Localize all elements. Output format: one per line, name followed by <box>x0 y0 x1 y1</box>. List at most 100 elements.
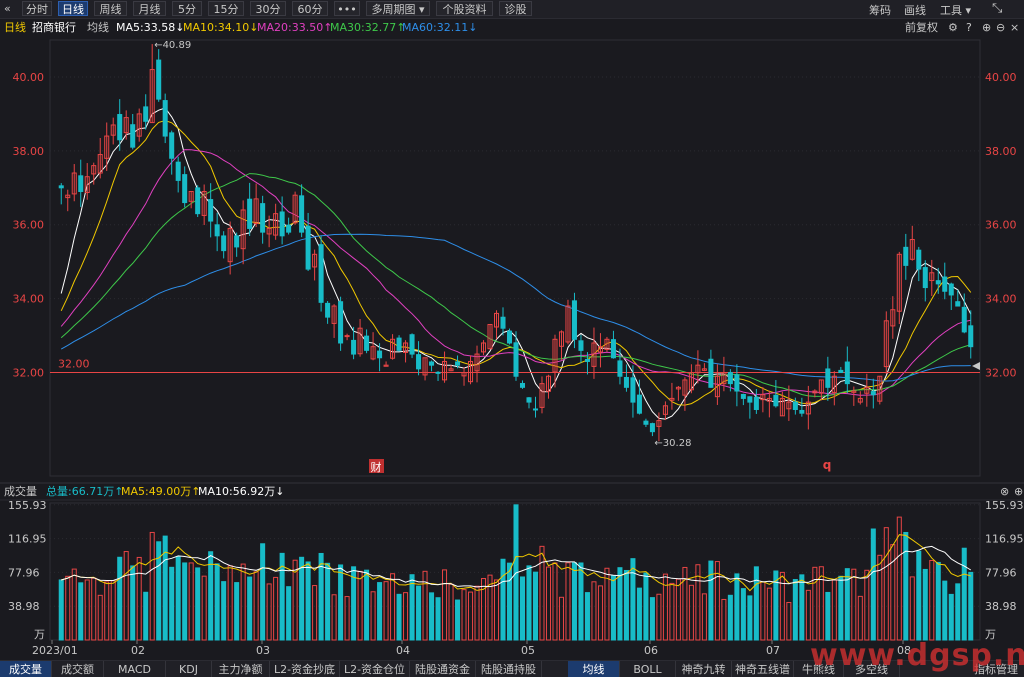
double-chevron-left-icon[interactable]: « <box>4 2 11 15</box>
tab-fenshi[interactable]: 分时 <box>22 1 52 16</box>
volume-bar <box>325 562 331 641</box>
candle-body <box>584 358 590 362</box>
tab-boll[interactable]: BOLL <box>620 661 676 677</box>
draw-line-button[interactable]: 画线 <box>904 2 926 18</box>
tab-northbound-funds[interactable]: 陆股通资金 <box>410 661 476 677</box>
chart-canvas[interactable]: 40.00 40.00 38.00 38.00 36.00 36.00 34.00 34.00… <box>0 0 1024 677</box>
candle-body <box>955 301 961 307</box>
x-axis-tick-label: 05 <box>521 644 535 657</box>
tab-l2-bottom[interactable]: L2-资金抄底 <box>270 661 340 677</box>
candle-body <box>162 100 168 137</box>
volume-bar <box>377 582 383 641</box>
volume-bar <box>961 547 967 641</box>
help-icon[interactable]: ? <box>966 19 972 36</box>
ma10-value: MA10:34.10↓ <box>183 21 259 34</box>
volume-tick-label-left: 116.95 <box>8 533 47 546</box>
volume-bar <box>110 580 116 641</box>
x-axis-tick-label: 02 <box>131 644 145 657</box>
volume-bar <box>812 566 818 641</box>
fq-selector[interactable]: 前复权 <box>905 19 938 36</box>
tab-kdj[interactable]: KDJ <box>166 661 212 677</box>
chips-button[interactable]: 筹码 <box>869 2 891 18</box>
volume-bar <box>448 583 454 641</box>
volume-bar <box>58 579 64 641</box>
price-tick-label-right: 36.00 <box>985 219 1017 232</box>
close-icon[interactable]: ⊗ <box>1000 484 1009 500</box>
tab-td9[interactable]: 神奇九转 <box>676 661 732 677</box>
volume-ma10: MA10:56.92万↓ <box>198 485 285 498</box>
x-axis-tick-label: 07 <box>766 644 780 657</box>
volume-bar <box>688 584 694 641</box>
volume-bar <box>104 581 110 641</box>
volume-bar <box>948 593 954 641</box>
tab-main-net[interactable]: 主力净额 <box>212 661 270 677</box>
volume-bar <box>175 556 181 641</box>
candle-body <box>838 369 844 374</box>
candle-body <box>234 235 240 248</box>
ma20-value: MA20:33.50↑ <box>257 21 333 34</box>
ma-label[interactable]: 均线 <box>87 19 109 36</box>
volume-tick-label-left: 77.96 <box>8 566 40 579</box>
expand-icon[interactable]: ⊕ <box>1014 484 1023 500</box>
volume-bar <box>727 594 733 641</box>
volume-bar <box>942 580 948 641</box>
candle-body <box>409 334 415 355</box>
more-periods-button[interactable]: ••• <box>334 1 360 16</box>
volume-bar <box>182 562 188 641</box>
q-marker: q <box>823 458 832 472</box>
close-icon[interactable]: × <box>1010 19 1019 36</box>
volume-bar <box>390 573 396 641</box>
volume-bar <box>877 554 883 641</box>
tab-60min[interactable]: 60分 <box>292 1 328 16</box>
tab-turnover[interactable]: 成交额 <box>52 661 104 677</box>
candle-body <box>78 175 84 192</box>
volume-bar <box>903 531 909 641</box>
volume-bar <box>169 566 175 641</box>
tab-l2-position[interactable]: L2-资金仓位 <box>340 661 410 677</box>
volume-bar <box>851 568 857 641</box>
x-axis-tick-label: 03 <box>256 644 270 657</box>
tab-5min[interactable]: 5分 <box>172 1 202 16</box>
stock-profile-button[interactable]: 个股资料 <box>436 1 493 16</box>
expand-icon[interactable]: ⤡ <box>992 1 1002 16</box>
volume-title[interactable]: 成交量 <box>4 484 37 500</box>
zoom-out-icon[interactable]: ⊖ <box>996 19 1005 36</box>
candle-body <box>214 224 220 237</box>
tab-daily[interactable]: 日线 <box>58 1 88 16</box>
volume-tick-label-right: 38.98 <box>985 600 1017 613</box>
tab-northbound-holdings[interactable]: 陆股通持股 <box>476 661 542 677</box>
x-axis-tick-label: 06 <box>644 644 658 657</box>
volume-bar <box>636 587 642 641</box>
tab-macd[interactable]: MACD <box>104 661 166 677</box>
zoom-in-icon[interactable]: ⊕ <box>982 19 991 36</box>
tab-30min[interactable]: 30分 <box>250 1 286 16</box>
diagnose-button[interactable]: 诊股 <box>499 1 532 16</box>
volume-bar <box>130 565 136 641</box>
candle-body <box>799 409 805 414</box>
multi-period-dropdown[interactable]: 多周期图 ▾ <box>366 1 430 16</box>
candle-body <box>299 195 305 233</box>
volume-bar <box>597 585 603 641</box>
volume-tick-label-left: 155.93 <box>8 499 47 512</box>
settings-icon[interactable]: ⚙ <box>948 19 958 36</box>
volume-bar <box>266 583 272 641</box>
volume-bar <box>565 562 571 641</box>
tab-15min[interactable]: 15分 <box>208 1 244 16</box>
volume-bar <box>331 594 337 641</box>
tab-volume[interactable]: 成交量 <box>0 661 52 677</box>
volume-bar <box>753 566 759 641</box>
ma30-value: MA30:32.77↑ <box>330 21 406 34</box>
candle-body <box>344 335 350 338</box>
volume-bar <box>656 593 662 641</box>
candle-body <box>578 340 584 351</box>
candle-body <box>519 382 526 388</box>
tools-dropdown[interactable]: 工具 ▾ <box>940 2 971 18</box>
candle-body <box>649 423 655 433</box>
tab-weekly[interactable]: 周线 <box>94 1 127 16</box>
candle-body <box>351 339 357 355</box>
candle-body <box>143 106 149 122</box>
tab-monthly[interactable]: 月线 <box>133 1 166 16</box>
tab-five-lines[interactable]: 神奇五线谱 <box>732 661 794 677</box>
candle-body <box>338 301 344 344</box>
tab-ma-overlay[interactable]: 均线 <box>568 661 620 677</box>
